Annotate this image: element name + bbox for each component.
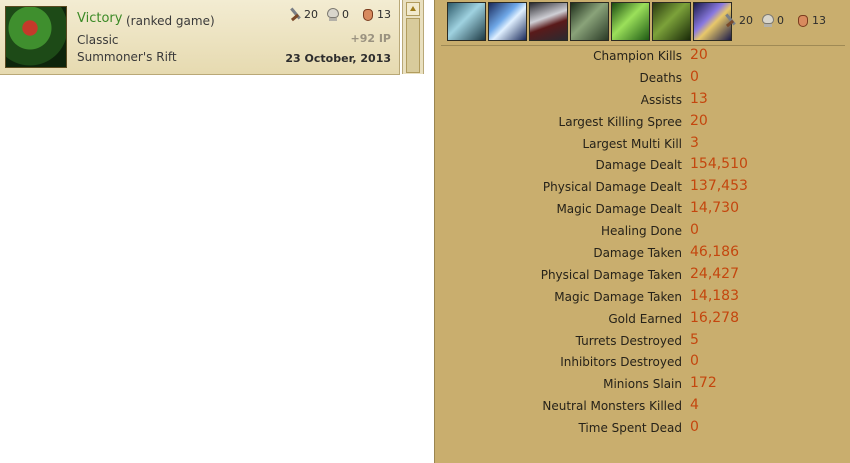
stat-value: 13: [690, 90, 708, 107]
champion-portrait-icon: [5, 6, 67, 68]
stat-row: Minions Slain 172: [435, 374, 850, 396]
panel-deaths-summary: 0: [761, 13, 784, 28]
stat-value: 154,510: [690, 156, 748, 173]
stat-label: Largest Multi Kill: [582, 136, 682, 151]
skull-icon: [761, 13, 775, 28]
stat-value: 4: [690, 397, 699, 414]
stat-row: Gold Earned 16,278: [435, 309, 850, 331]
item-slot-6-icon[interactable]: [652, 2, 691, 41]
stat-label: Champion Kills: [593, 49, 682, 63]
stat-row: Healing Done 0: [435, 221, 850, 243]
deaths-summary: 0: [326, 7, 349, 22]
stat-row: Physical Damage Dealt 137,453: [435, 177, 850, 199]
panel-kills-summary: 20: [723, 13, 753, 28]
stat-row: Damage Taken 46,186: [435, 243, 850, 265]
stat-label: Minions Slain: [603, 377, 682, 392]
stat-label: Neutral Monsters Killed: [542, 399, 682, 414]
stat-value: 0: [690, 419, 699, 436]
game-history-entry[interactable]: Victory (ranked game) Classic Summoner's…: [0, 0, 400, 75]
stat-label: Physical Damage Dealt: [542, 180, 682, 195]
list-scrollbar[interactable]: [402, 0, 424, 74]
stat-value: 24,427: [690, 265, 739, 282]
ip-earned: +92 IP: [350, 32, 391, 45]
panel-assists-summary: 13: [796, 13, 826, 28]
stat-label: Largest Killing Spree: [558, 114, 682, 129]
stat-value: 20: [690, 47, 708, 63]
scroll-up-button[interactable]: [406, 2, 420, 16]
stat-label: Magic Damage Taken: [554, 289, 682, 304]
game-date: 23 October, 2013: [285, 52, 391, 65]
stat-row: Neutral Monsters Killed 4: [435, 396, 850, 418]
game-result: Victory: [77, 11, 123, 26]
stat-value: 0: [690, 68, 699, 85]
map-name: Summoner's Rift: [77, 50, 177, 64]
item-slot-3-icon[interactable]: [529, 2, 568, 41]
stat-row: Inhibitors Destroyed 0: [435, 352, 850, 374]
panel-deaths-count: 0: [777, 14, 784, 27]
game-stats-panel: 20 0 13 Champion Kills 20 Deaths 0 Assists…: [434, 0, 850, 463]
stat-label: Inhibitors Destroyed: [560, 355, 682, 370]
stat-row: Magic Damage Dealt 14,730: [435, 199, 850, 221]
stat-value: 172: [690, 375, 717, 392]
kills-count: 20: [304, 8, 318, 21]
panel-assists-count: 13: [812, 14, 826, 27]
stat-value: 3: [690, 134, 699, 151]
stat-label: Time Spent Dead: [578, 421, 682, 436]
stat-value: 14,730: [690, 200, 739, 217]
item-slot-1-icon[interactable]: [447, 2, 486, 41]
assists-summary: 13: [361, 7, 391, 22]
deaths-count: 0: [342, 8, 349, 21]
sword-icon: [723, 13, 737, 28]
item-slot-5-icon[interactable]: [611, 2, 650, 41]
sword-icon: [288, 7, 302, 22]
hand-icon: [796, 13, 810, 28]
stat-row: Turrets Destroyed 5: [435, 331, 850, 353]
kills-summary: 20: [288, 7, 318, 22]
item-bar: [447, 2, 732, 41]
stat-label: Gold Earned: [608, 311, 682, 326]
assists-count: 13: [377, 8, 391, 21]
stat-row: Largest Multi Kill 3: [435, 134, 850, 156]
scroll-thumb[interactable]: [406, 18, 420, 73]
stat-value: 14,183: [690, 287, 739, 304]
stat-row: Magic Damage Taken 14,183: [435, 287, 850, 309]
stat-label: Healing Done: [600, 224, 682, 239]
stat-label: Deaths: [639, 70, 682, 85]
stat-value: 46,186: [690, 244, 739, 261]
stat-label: Damage Dealt: [595, 158, 682, 173]
stat-row: Damage Dealt 154,510: [435, 155, 850, 177]
stat-row: Deaths 0: [435, 68, 850, 90]
gutter: [424, 0, 434, 74]
stat-value: 16,278: [690, 309, 739, 326]
skull-icon: [326, 7, 340, 22]
queue-type: Classic: [77, 33, 119, 47]
stat-label: Turrets Destroyed: [575, 333, 682, 348]
panel-kills-count: 20: [739, 14, 753, 27]
stat-row: Champion Kills 20: [435, 46, 850, 68]
stat-row: Physical Damage Taken 24,427: [435, 265, 850, 287]
stat-label: Assists: [640, 92, 682, 107]
stats-table: Champion Kills 20 Deaths 0 Assists 13 Large…: [435, 46, 850, 440]
stat-label: Damage Taken: [593, 246, 682, 261]
stat-value: 0: [690, 353, 699, 370]
item-slot-2-icon[interactable]: [488, 2, 527, 41]
stat-row: Time Spent Dead 0: [435, 418, 850, 440]
stat-value: 5: [690, 331, 699, 348]
stat-row: Largest Killing Spree 20: [435, 112, 850, 134]
game-mode: (ranked game): [126, 14, 215, 28]
stat-label: Physical Damage Taken: [540, 267, 682, 282]
stat-value: 137,453: [690, 178, 748, 195]
hand-icon: [361, 7, 375, 22]
stat-label: Magic Damage Dealt: [556, 202, 682, 217]
stat-row: Assists 13: [435, 90, 850, 112]
stat-value: 20: [690, 112, 708, 129]
item-slot-4-icon[interactable]: [570, 2, 609, 41]
stat-value: 0: [690, 222, 699, 239]
